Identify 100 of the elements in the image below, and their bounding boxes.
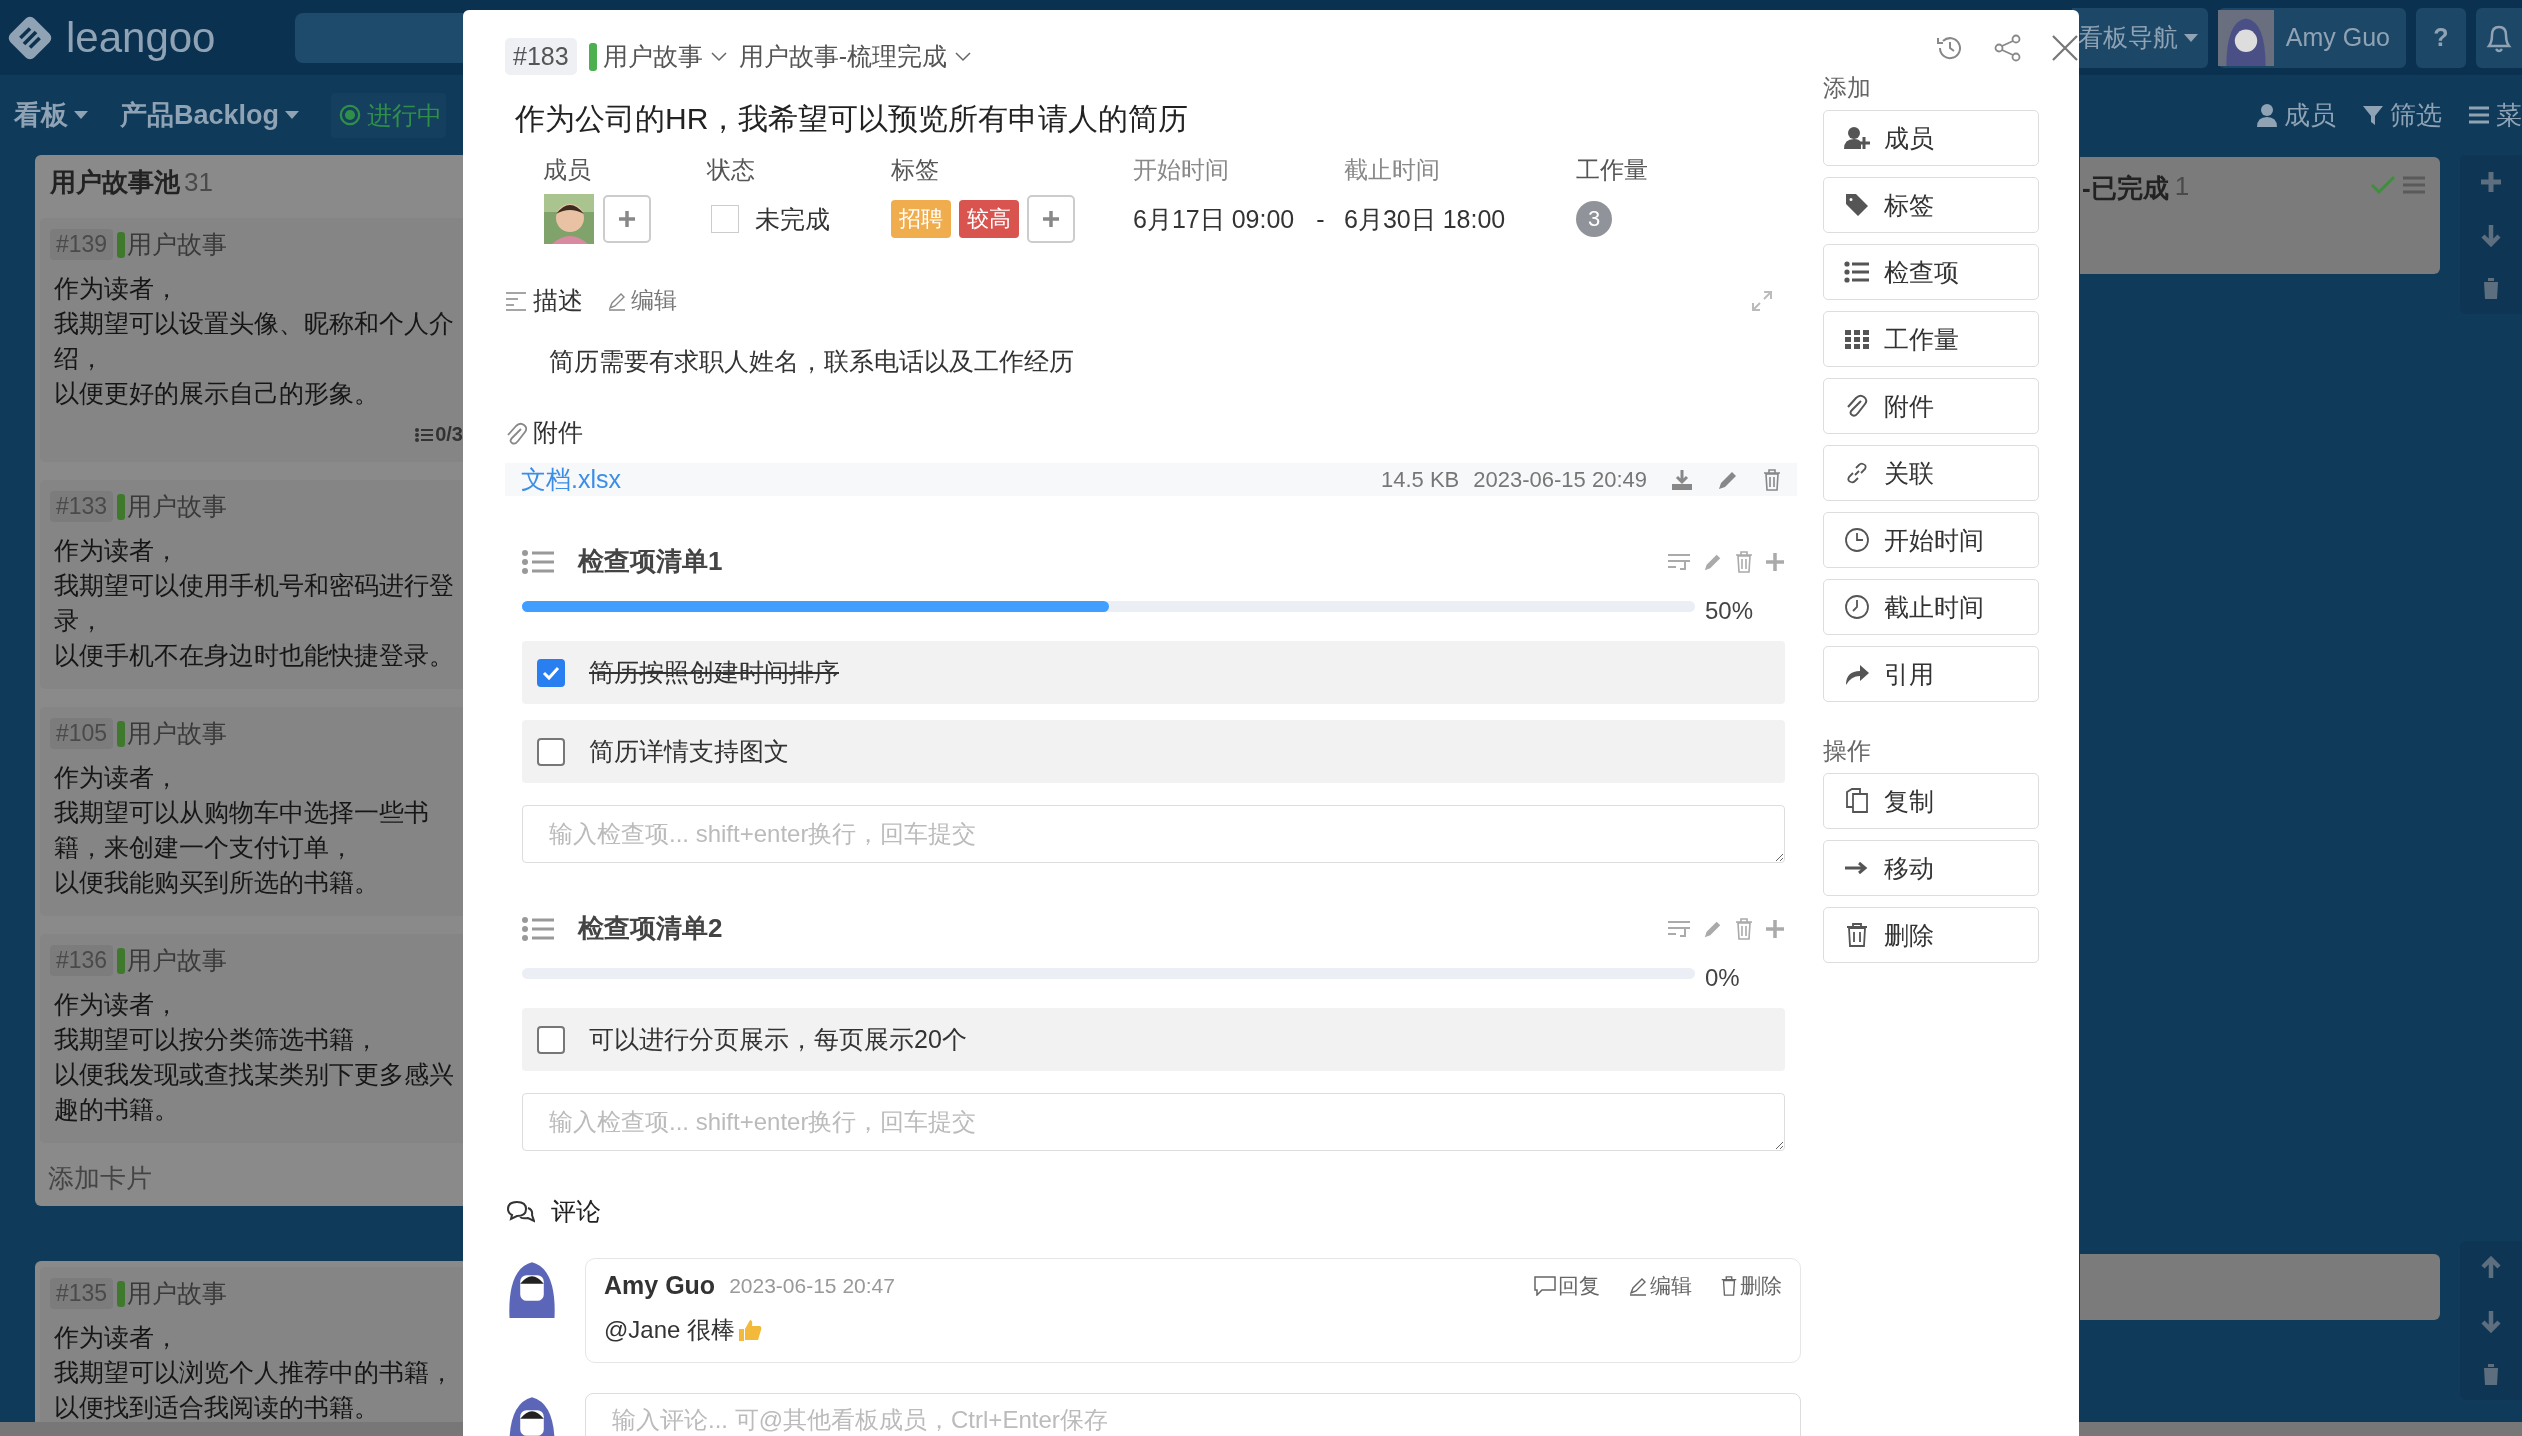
card-text: 以便更好的展示自己的形象。	[54, 378, 380, 409]
card-type: 用户故事	[127, 945, 228, 976]
trash-icon[interactable]	[1763, 468, 1781, 491]
checklist-input[interactable]: 输入检查项... shift+enter换行，回车提交	[522, 1093, 1785, 1151]
card-text: 我期望可以从购物车中选择一些书籍，来创建一个支付订单，	[54, 797, 430, 863]
card-text: 我期望可以使用手机号和密码进行登录，	[54, 570, 455, 636]
board-action[interactable]: 菜	[2468, 97, 2522, 133]
checklist-item[interactable]: 简历按照创建时间排序	[522, 641, 1785, 704]
field-label: 标签	[891, 155, 940, 185]
section-heading: 附件	[533, 417, 583, 448]
person-icon	[2256, 103, 2278, 127]
sidebar-button[interactable]: 截止时间	[1823, 579, 2039, 635]
checklist-title[interactable]: 检查项清单2	[578, 911, 723, 946]
checklist-input[interactable]: 输入检查项... shift+enter换行，回车提交	[522, 805, 1785, 863]
board-action[interactable]: 筛选	[2362, 97, 2442, 133]
status-checkbox[interactable]	[711, 205, 739, 233]
card-type: 用户故事	[127, 229, 228, 260]
download-icon[interactable]	[1671, 468, 1693, 491]
card-text: 作为读者，	[54, 1322, 180, 1353]
due-time[interactable]: 6月30日 18:00	[1344, 202, 1506, 236]
close-icon[interactable]	[2051, 34, 2079, 62]
card-text: 我期望可以浏览个人推荐中的书籍，	[54, 1357, 455, 1388]
card-text: 作为读者，	[54, 273, 180, 304]
sort-icon[interactable]	[1667, 551, 1691, 572]
card-title[interactable]: 作为公司的HR，我希望可以预览所有申请人的简历	[515, 99, 1801, 140]
checklist-title[interactable]: 检查项清单1	[578, 544, 723, 579]
menu-icon[interactable]	[2402, 175, 2426, 195]
help-button[interactable]: ?	[2416, 7, 2466, 68]
checkbox[interactable]	[537, 737, 565, 766]
comment-action[interactable]: 删除	[1720, 1271, 1782, 1300]
card-type: 用户故事	[127, 491, 228, 522]
checklist-item-text: 简历按照创建时间排序	[589, 657, 839, 688]
trash-icon[interactable]	[1735, 917, 1753, 940]
user-plus-icon	[1844, 125, 1870, 151]
progress-percent: 50%	[1705, 596, 1755, 625]
list-icon	[415, 426, 434, 443]
field-label: 截止时间	[1344, 155, 1441, 185]
tag-label[interactable]: 较高	[959, 200, 1019, 238]
board-menu[interactable]: 看板	[14, 97, 88, 133]
sidebar-button[interactable]: 工作量	[1823, 311, 2039, 367]
share-icon[interactable]	[1993, 33, 2023, 63]
sidebar-button[interactable]: 开始时间	[1823, 512, 2039, 568]
paperclip-icon	[1844, 393, 1870, 419]
sidebar-button[interactable]: 检查项	[1823, 244, 2039, 300]
add-member-button[interactable]	[603, 195, 651, 243]
start-time[interactable]: 6月17日 09:00	[1133, 202, 1295, 236]
board-nav-button[interactable]: 看板导航	[2071, 7, 2208, 68]
caret-icon	[2183, 33, 2198, 42]
stage-dropdown[interactable]: 用户故事-梳理完成	[738, 40, 971, 73]
field-label: 开始时间	[1133, 155, 1230, 185]
caret-icon	[74, 111, 88, 119]
filter-icon	[2362, 104, 2384, 126]
user-menu-button[interactable]: Amy Guo	[2217, 7, 2406, 68]
card-type: 用户故事	[127, 718, 228, 749]
sidebar-button[interactable]: 标签	[1823, 177, 2039, 233]
logo-text[interactable]: leangoo	[66, 13, 216, 62]
type-dropdown[interactable]: 用户故事	[588, 40, 727, 73]
file-link[interactable]: 文档.xlsx	[521, 463, 621, 496]
sidebar-button[interactable]: 关联	[1823, 445, 2039, 501]
checkbox[interactable]	[537, 1025, 565, 1054]
sidebar-button[interactable]: 删除	[1823, 907, 2039, 963]
trash-icon[interactable]	[1735, 550, 1753, 573]
menu-icon	[2468, 105, 2490, 125]
expand-icon[interactable]	[1751, 289, 1773, 312]
board-menu[interactable]: 产品Backlog	[120, 97, 300, 133]
list-count: 31	[184, 167, 213, 198]
edit-link[interactable]: 编辑	[607, 285, 677, 316]
clock-icon	[1844, 594, 1870, 620]
sort-icon[interactable]	[1667, 918, 1691, 939]
section-heading: 描述	[533, 285, 583, 316]
check-icon	[2370, 175, 2396, 195]
pencil-icon	[1628, 1275, 1648, 1296]
sidebar-button[interactable]: 成员	[1823, 110, 2039, 166]
paperclip-icon	[505, 420, 527, 445]
trash-icon	[2481, 275, 2501, 300]
sidebar-button[interactable]: 附件	[1823, 378, 2039, 434]
sidebar-button[interactable]: 移动	[1823, 840, 2039, 896]
card-text: 作为读者，	[54, 989, 180, 1020]
checkbox[interactable]	[537, 658, 565, 687]
checklist-count: 0/3	[435, 423, 463, 446]
plus-icon[interactable]	[1765, 918, 1785, 939]
checklist-item[interactable]: 简历详情支持图文	[522, 720, 1785, 783]
board-action[interactable]: 成员	[2256, 97, 2336, 133]
checklist-item[interactable]: 可以进行分页展示，每页展示20个	[522, 1008, 1785, 1071]
comment-input[interactable]: 输入评论... 可@其他看板成员，Ctrl+Enter保存	[585, 1393, 1801, 1436]
comment-action[interactable]: 编辑	[1628, 1271, 1692, 1300]
bell-button[interactable]	[2476, 7, 2522, 68]
progress-percent: 0%	[1705, 963, 1741, 992]
sidebar-heading: 添加	[1823, 73, 1872, 103]
sidebar-heading: 操作	[1823, 736, 1872, 766]
add-tag-button[interactable]	[1027, 195, 1075, 243]
comment-action[interactable]: 回复	[1534, 1271, 1600, 1300]
sidebar-button[interactable]: 引用	[1823, 646, 2039, 702]
trash-icon	[1844, 922, 1870, 948]
sidebar-button[interactable]: 复制	[1823, 773, 2039, 829]
arrow-down-icon	[2480, 1308, 2502, 1333]
description-text[interactable]: 简历需要有求职人姓名，联系电话以及工作经历	[549, 345, 1801, 378]
plus-icon[interactable]	[1765, 551, 1785, 572]
card-number: #183	[505, 38, 577, 75]
list-icon	[522, 548, 554, 575]
